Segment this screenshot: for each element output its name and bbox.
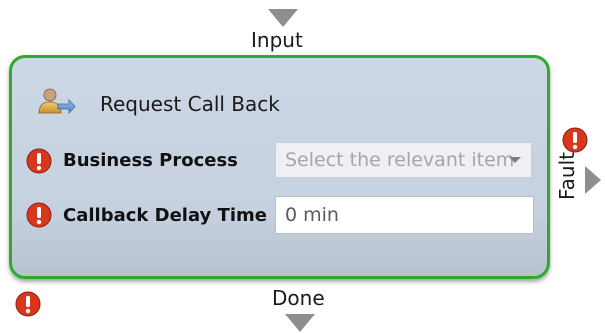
fault-port-label: Fault — [555, 152, 579, 200]
workflow-canvas: Input Request Call Back Business Process… — [0, 0, 605, 333]
callback-delay-label: Callback Delay Time — [63, 205, 267, 226]
input-port-arrow[interactable] — [268, 9, 298, 27]
callback-delay-error-icon — [26, 202, 52, 228]
business-process-placeholder: Select the relevant item — [285, 149, 515, 171]
node-error-icon — [15, 291, 41, 317]
fault-port-arrow[interactable] — [585, 166, 601, 194]
chevron-down-icon — [509, 157, 521, 163]
business-process-error-icon — [26, 148, 52, 174]
done-port-arrow[interactable] — [285, 314, 315, 332]
input-port-label: Input — [251, 28, 303, 52]
done-port-label: Done — [272, 286, 325, 310]
business-process-select[interactable]: Select the relevant item — [275, 142, 532, 178]
business-process-label: Business Process — [63, 150, 238, 171]
callback-delay-input[interactable] — [275, 196, 534, 234]
person-arrow-icon — [38, 88, 76, 115]
node-title: Request Call Back — [100, 92, 280, 116]
fault-error-icon — [562, 127, 588, 153]
